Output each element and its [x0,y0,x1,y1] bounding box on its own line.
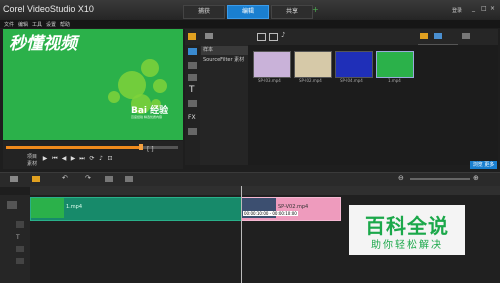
path-icon[interactable] [188,128,197,135]
scrubber-progress [6,146,141,149]
sort-icon[interactable] [462,33,470,39]
home-icon[interactable]: ⏮ [52,156,58,162]
decor-dot [108,91,120,103]
title-track-icon[interactable]: T [16,234,20,241]
folder-item-source[interactable]: SourceFilter 素材 [201,56,249,65]
tab-share[interactable]: 共享 [271,5,313,19]
browse-more-button[interactable]: 浏览 更多 [470,161,497,169]
music-track-icon[interactable] [16,258,24,264]
instant-project-icon[interactable] [188,62,197,69]
close-button[interactable]: × [490,5,495,12]
video-track-icon[interactable] [7,201,17,209]
baidu-subtitle: 百度经验 精选优质内容 [131,115,162,119]
play-icon[interactable]: ▶ [42,156,48,162]
menu-help[interactable]: 帮助 [60,21,70,28]
app-window: Corel VideoStudio X10 捕获 编辑 共享 + 登录 _ □ … [0,0,500,283]
workflow-tabs: 捕获 编辑 共享 [183,5,313,19]
menu-file[interactable]: 文件 [4,21,14,28]
mix-icon[interactable] [125,176,133,182]
view-icon[interactable] [434,33,442,39]
storyboard-view-icon[interactable] [10,176,18,182]
minimize-button[interactable]: _ [472,5,475,12]
add-folder-icon[interactable] [205,33,213,39]
end-icon[interactable]: ⏭ [79,156,85,162]
volume-icon[interactable]: ♪ [98,156,104,162]
transition-icon[interactable] [188,74,197,81]
clip-thumbnail [31,198,64,218]
user-label[interactable]: 登录 [452,7,462,14]
media-thumb-label: SP-I04.mp4 [340,78,363,83]
filter-video-icon[interactable] [257,33,266,41]
timeline-view-icon[interactable] [32,176,40,182]
media-tab-icon[interactable] [188,48,197,55]
zoom-in-icon[interactable]: ⊕ [473,175,479,182]
media-thumb-label: SP-I03.mp4 [258,78,281,83]
decor-dot [141,59,159,77]
brand-title: 百科全说 [365,214,449,238]
media-thumb-label: 1.mp4 [388,78,401,83]
menu-bar [0,20,500,28]
brand-watermark: 百科全说 助你轻松解决 [349,205,465,255]
zoom-out-icon[interactable]: ⊖ [398,175,404,182]
menu-tools[interactable]: 工具 [32,21,42,28]
tab-capture[interactable]: 捕获 [183,5,225,19]
scrubber-handle[interactable] [139,144,143,150]
folder-item-samples[interactable]: 样本 [201,46,249,55]
app-title: Corel VideoStudio X10 [3,4,94,14]
menu-edit[interactable]: 编辑 [18,21,28,28]
overlay-track-icon[interactable] [16,221,24,228]
timecode-tooltip: 00:00:10:00 - 00:00:10:00 [243,211,298,216]
media-thumb-label: SP-I02.mp4 [299,78,322,83]
media-thumb[interactable] [376,51,414,78]
fullscreen-icon[interactable]: ⊡ [107,156,113,162]
menu-settings[interactable]: 设置 [46,21,56,28]
media-thumb[interactable] [294,51,332,78]
repeat-icon[interactable]: ⟳ [89,156,95,162]
prev-frame-icon[interactable]: ◀ [61,156,67,162]
clip-label: 1.mp4 [66,204,82,210]
mode-project[interactable]: 项目 [27,153,37,160]
timeline-ruler[interactable] [30,186,500,195]
add-tab-icon[interactable]: + [312,6,319,14]
brand-subtitle: 助你轻松解决 [371,240,443,251]
decor-dot [153,79,167,93]
library-toolbar [185,29,498,45]
mode-clip[interactable]: 素材 [27,160,37,167]
mark-brackets[interactable]: [ ] [147,146,154,153]
title-icon[interactable]: T [189,85,195,95]
filter-audio-icon[interactable]: ♪ [281,32,285,39]
timeline-zoom-slider[interactable] [410,178,470,180]
playhead[interactable] [241,186,242,283]
record-icon[interactable] [105,176,113,182]
undo-icon[interactable]: ↶ [62,175,68,182]
media-thumb[interactable] [253,51,291,78]
media-thumb[interactable] [335,51,373,78]
next-frame-icon[interactable]: ▶ [70,156,76,162]
clip-label: SP-V02.mp4 [278,204,309,210]
filter-fx-icon[interactable]: FX [188,114,196,121]
media-icon[interactable] [188,33,196,40]
graphics-icon[interactable] [188,100,197,107]
watermark-logo: 秒懂视频 [9,34,77,53]
maximize-button[interactable]: □ [481,5,487,12]
tab-edit[interactable]: 编辑 [227,5,269,19]
voice-track-icon[interactable] [16,246,24,252]
filter-image-icon[interactable] [269,33,278,41]
folder-icon[interactable] [420,33,428,39]
redo-icon[interactable]: ↷ [85,175,91,182]
